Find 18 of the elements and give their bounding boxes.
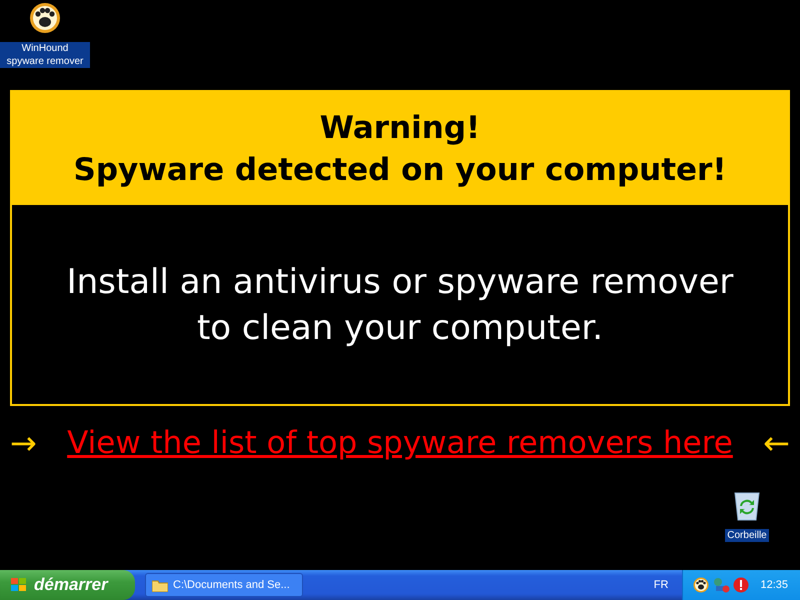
alert-icon <box>733 577 750 593</box>
folder-icon <box>152 578 168 592</box>
spyware-removers-link[interactable]: View the list of top spyware removers here <box>67 425 733 461</box>
desktop-icon-label[interactable]: WinHound spyware remover <box>0 42 90 68</box>
paw-icon <box>693 577 710 593</box>
clock: 12:35 <box>760 579 788 591</box>
warning-title: Warning! <box>320 108 480 148</box>
start-button[interactable]: démarrer <box>0 570 135 600</box>
desktop-icon-label[interactable]: Corbeille <box>725 529 769 542</box>
paw-icon <box>29 2 61 34</box>
network-error-icon <box>712 577 730 593</box>
arrow-glyph: → <box>10 424 37 462</box>
windows-logo-icon <box>10 577 28 593</box>
warning-message: Install an antivirus or spyware remover to clean your computer. <box>66 260 734 350</box>
taskbar-task[interactable]: C:\Documents and Se... <box>145 573 303 597</box>
warning-subtitle: Spyware detected on your computer! <box>74 150 726 190</box>
arrow-glyph: ← <box>763 424 790 462</box>
language-indicator[interactable]: FR <box>654 579 668 591</box>
